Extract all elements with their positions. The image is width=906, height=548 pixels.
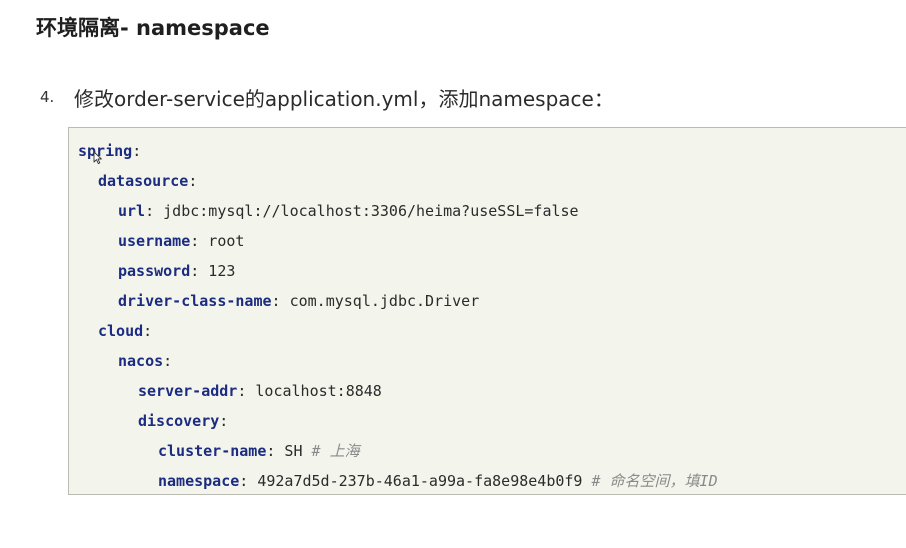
code-line-cloud: cloud: [98, 322, 153, 340]
code-line-driver-class-name: driver-class-name: com.mysql.jdbc.Driver [118, 292, 480, 310]
code-line-cluster-name: cluster-name: SH # 上海 [158, 442, 360, 460]
code-line-namespace: namespace: 492a7d5d-237b-46a1-a99a-fa8e9… [158, 472, 718, 490]
step-instruction: 4. 修改order-service的application.yml，添加nam… [40, 84, 614, 111]
code-line-password: password: 123 [118, 262, 236, 280]
code-line-nacos: nacos: [118, 352, 173, 370]
code-line-datasource: datasource: [98, 172, 198, 190]
code-line-spring: spring: [78, 142, 142, 160]
code-line-username: username: root [118, 232, 245, 250]
code-line-discovery: discovery: [138, 412, 229, 430]
code-line-server-addr: server-addr: localhost:8848 [138, 382, 382, 400]
code-line-url: url: jdbc:mysql://localhost:3306/heima?u… [118, 202, 579, 220]
step-text: 修改order-service的application.yml，添加namesp… [74, 86, 614, 111]
step-number: 4. [40, 88, 55, 106]
code-block[interactable]: spring: datasource: url: jdbc:mysql://lo… [68, 127, 906, 495]
page-title: 环境隔离- namespace [36, 16, 270, 40]
mouse-pointer-icon [93, 151, 102, 165]
